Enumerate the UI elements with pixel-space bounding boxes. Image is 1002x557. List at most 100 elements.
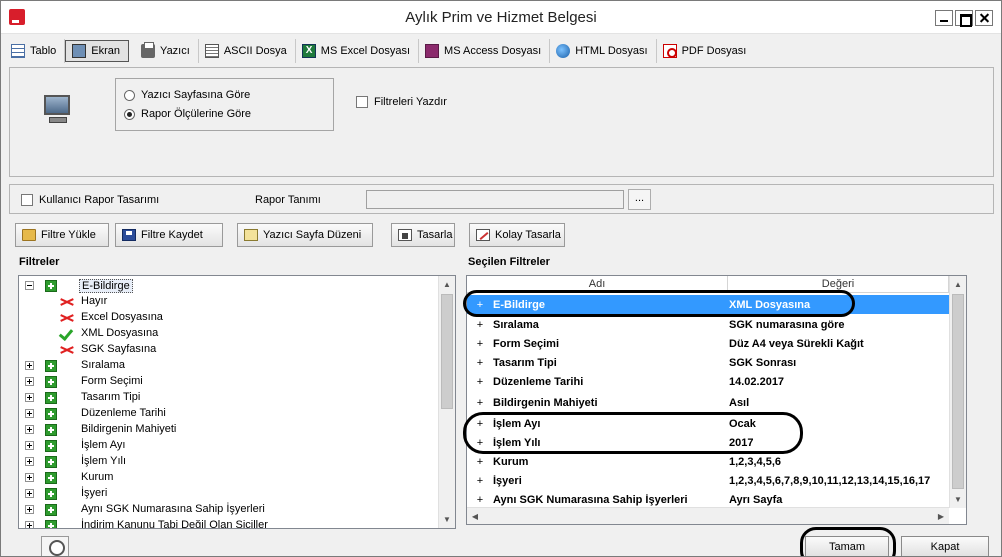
grid-horizontal-scrollbar[interactable]: ◀ ▶ <box>467 507 949 524</box>
tree-node[interactable]: İşyeri <box>19 486 439 502</box>
tab-access[interactable]: MS Access Dosyası <box>419 39 551 63</box>
expand-toggle-icon[interactable] <box>25 361 34 370</box>
expand-toggle-icon[interactable] <box>25 521 34 528</box>
user-report-design-box[interactable] <box>21 194 33 206</box>
scroll-down-icon[interactable]: ▼ <box>439 511 455 528</box>
tab-label: Tablo <box>30 45 57 57</box>
table-icon <box>11 44 25 58</box>
tree-child-excel[interactable]: Excel Dosyasına <box>19 310 439 326</box>
tree-node-label: İşyeri <box>81 487 108 499</box>
grid-row[interactable]: + Form Seçimi Düz A4 veya Sürekli Kağıt <box>467 334 949 353</box>
grid-row[interactable]: + Sıralama SGK numarasına göre <box>467 315 949 334</box>
expand-row-icon[interactable]: + <box>467 319 493 331</box>
report-window: Aylık Prim ve Hizmet Belgesi Tablo Ekran… <box>0 0 1002 557</box>
expand-row-icon[interactable]: + <box>467 456 493 468</box>
collapse-toggle-icon[interactable] <box>25 281 34 290</box>
radio-report-size[interactable]: Rapor Ölçülerine Göre <box>124 108 251 120</box>
expand-toggle-icon[interactable] <box>25 441 34 450</box>
expand-toggle-icon[interactable] <box>25 409 34 418</box>
tab-label: MS Excel Dosyası <box>320 45 411 57</box>
expand-row-icon[interactable]: + <box>467 357 493 369</box>
load-filter-label: Filtre Yükle <box>41 229 96 241</box>
filters-tree[interactable]: E-Bildirge Hayır Excel Dosyasına XML Dos… <box>18 275 456 529</box>
ok-button[interactable]: Tamam <box>805 536 889 556</box>
tree-node[interactable]: Sıralama <box>19 358 439 374</box>
grid-row[interactable]: + İşyeri 1,2,3,4,5,6,7,8,9,10,11,12,13,14,… <box>467 471 949 490</box>
load-filter-button[interactable]: Filtre Yükle <box>15 223 109 247</box>
scroll-down-icon[interactable]: ▼ <box>950 491 966 508</box>
print-filters-box[interactable] <box>356 96 368 108</box>
scroll-up-icon[interactable]: ▲ <box>439 276 455 293</box>
tree-node[interactable]: İşlem Yılı <box>19 454 439 470</box>
tab-html[interactable]: HTML Dosyası <box>550 39 657 63</box>
add-node-icon <box>45 504 57 516</box>
radio-printer-page[interactable]: Yazıcı Sayfasına Göre <box>124 89 250 101</box>
grid-row[interactable]: + Düzenleme Tarihi 14.02.2017 <box>467 372 949 391</box>
tab-ekran[interactable]: Ekran <box>65 40 130 62</box>
report-definition-input[interactable] <box>366 190 624 209</box>
scroll-left-icon[interactable]: ◀ <box>467 508 483 524</box>
tab-tablo[interactable]: Tablo <box>5 39 66 63</box>
print-filters-checkbox[interactable]: Filtreleri Yazdır <box>356 96 447 108</box>
expand-toggle-icon[interactable] <box>25 377 34 386</box>
window-title: Aylık Prim ve Hizmet Belgesi <box>405 9 597 26</box>
expand-row-icon[interactable]: + <box>467 376 493 388</box>
tab-label: MS Access Dosyası <box>444 45 542 57</box>
user-report-design-checkbox[interactable]: Kullanıcı Rapor Tasarımı <box>21 194 159 206</box>
expand-row-icon[interactable]: + <box>467 494 493 506</box>
tree-node[interactable]: Bildirgenin Mahiyeti <box>19 422 439 438</box>
grid-row[interactable]: + Bildirgenin Mahiyeti Asıl <box>467 393 949 412</box>
expand-row-icon[interactable]: + <box>467 397 493 409</box>
page-setup-button[interactable]: Yazıcı Sayfa Düzeni <box>237 223 373 247</box>
tab-ascii[interactable]: ASCII Dosya <box>199 39 296 63</box>
add-node-icon <box>45 488 57 500</box>
grid-vertical-scrollbar[interactable]: ▲ ▼ <box>949 276 966 508</box>
easy-design-button[interactable]: Kolay Tasarla <box>469 223 565 247</box>
tree-node-label: Tasarım Tipi <box>81 391 141 403</box>
tree-vertical-scrollbar[interactable]: ▲ ▼ <box>438 276 455 528</box>
expand-toggle-icon[interactable] <box>25 393 34 402</box>
tree-child-hayir[interactable]: Hayır <box>19 294 439 310</box>
expand-toggle-icon[interactable] <box>25 473 34 482</box>
tree-node[interactable]: Aynı SGK Numarasına Sahip İşyerleri <box>19 502 439 518</box>
tree-child-label: SGK Sayfasına <box>81 343 157 355</box>
tab-excel[interactable]: MS Excel Dosyası <box>296 39 420 63</box>
expand-toggle-icon[interactable] <box>25 457 34 466</box>
tree-child-xml[interactable]: XML Dosyasına <box>19 326 439 342</box>
tree-node[interactable]: Tasarım Tipi <box>19 390 439 406</box>
grid-row[interactable]: + Kurum 1,2,3,4,5,6 <box>467 452 949 471</box>
page-setup-label: Yazıcı Sayfa Düzeni <box>263 229 362 241</box>
schedule-clock-button[interactable] <box>41 536 69 556</box>
expand-toggle-icon[interactable] <box>25 425 34 434</box>
tree-node[interactable]: İşlem Ayı <box>19 438 439 454</box>
minimize-button[interactable] <box>935 10 953 26</box>
scroll-right-icon[interactable]: ▶ <box>933 508 949 524</box>
close-button[interactable]: Kapat <box>901 536 989 556</box>
expand-row-icon[interactable]: + <box>467 338 493 350</box>
expand-toggle-icon[interactable] <box>25 505 34 514</box>
browse-button[interactable]: ... <box>628 189 651 210</box>
scroll-thumb[interactable] <box>952 294 964 489</box>
add-node-icon <box>45 392 57 404</box>
close-window-button[interactable] <box>975 10 993 26</box>
scroll-thumb[interactable] <box>441 294 453 409</box>
tree-child-sgk[interactable]: SGK Sayfasına <box>19 342 439 358</box>
tree-node[interactable]: Düzenleme Tarihi <box>19 406 439 422</box>
scroll-up-icon[interactable]: ▲ <box>950 276 966 293</box>
design-button[interactable]: Tasarla <box>391 223 455 247</box>
tree-node-e-bildirge[interactable]: E-Bildirge <box>19 278 439 294</box>
tree-node[interactable]: Form Seçimi <box>19 374 439 390</box>
grid-row[interactable]: + Tasarım Tipi SGK Sonrası <box>467 353 949 372</box>
radio-printer-page-circle[interactable] <box>124 89 135 101</box>
expand-row-icon[interactable]: + <box>467 475 493 487</box>
save-filter-button[interactable]: Filtre Kaydet <box>115 223 223 247</box>
tree-node[interactable]: İndirim Kanunu Tabi Değil Olan Siciller <box>19 518 439 529</box>
maximize-button[interactable] <box>955 10 973 27</box>
expand-toggle-icon[interactable] <box>25 489 34 498</box>
tree-node[interactable]: Kurum <box>19 470 439 486</box>
tab-pdf[interactable]: PDF Dosyası <box>657 39 755 63</box>
tree-node-label: İndirim Kanunu Tabi Değil Olan Siciller <box>81 519 268 529</box>
radio-report-size-circle[interactable] <box>124 108 135 120</box>
tab-yazici[interactable]: Yazıcı <box>135 39 199 63</box>
grid-cell-name: Kurum <box>493 455 529 468</box>
